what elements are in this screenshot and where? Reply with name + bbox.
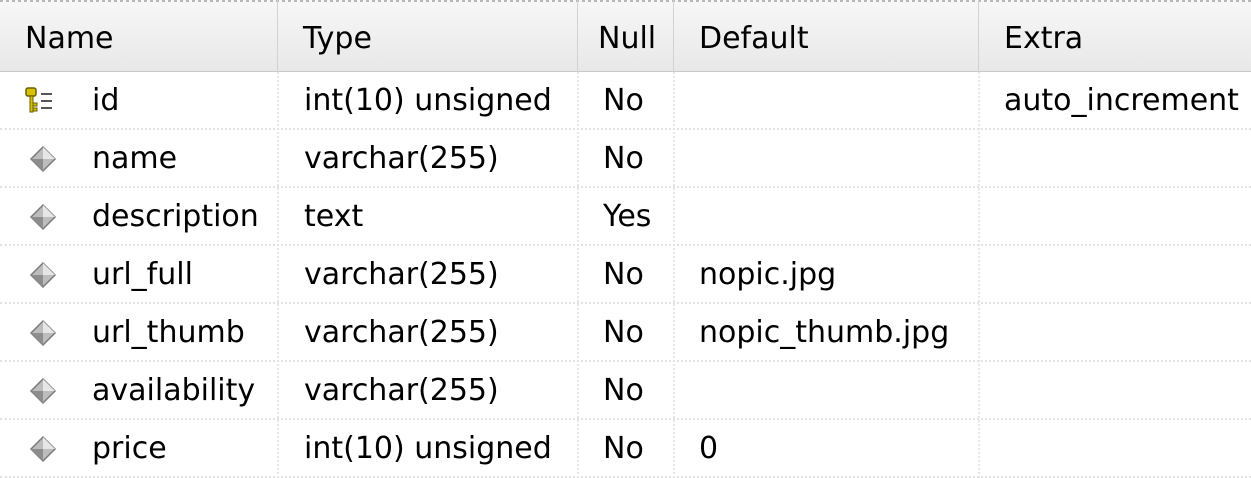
field-default: [699, 130, 977, 186]
field-default: [699, 72, 977, 128]
field-icon: [29, 145, 57, 173]
table-row[interactable]: url_thumb varchar(255) No nopic_thumb.jp…: [0, 304, 1251, 362]
field-null: No: [603, 141, 644, 176]
field-name: price: [92, 431, 167, 466]
column-header-name[interactable]: Name: [0, 0, 278, 72]
field-null: No: [603, 431, 644, 466]
column-header-type[interactable]: Type: [278, 0, 578, 72]
column-header-row: Name Type Null Default Extra: [0, 0, 1251, 72]
field-extra: [1004, 246, 1251, 302]
field-type: varchar(255): [304, 373, 499, 408]
table-row[interactable]: description text Yes: [0, 188, 1251, 246]
table-row[interactable]: price int(10) unsigned No 0: [0, 420, 1251, 478]
field-name: name: [92, 141, 178, 176]
field-type: varchar(255): [304, 315, 499, 350]
field-icon: [29, 203, 57, 231]
field-null: No: [603, 257, 644, 292]
field-extra: [1004, 362, 1251, 418]
field-extra: [1004, 130, 1251, 186]
field-name: description: [92, 199, 259, 234]
table-row[interactable]: url_full varchar(255) No nopic.jpg: [0, 246, 1251, 304]
table-row[interactable]: id int(10) unsigned No auto_increment: [0, 72, 1251, 130]
field-default: [699, 188, 977, 244]
field-default: 0: [699, 431, 719, 466]
field-null: No: [603, 83, 644, 118]
table-structure-grid: Name Type Null Default Extra id int(10) …: [0, 0, 1251, 478]
field-null: No: [603, 315, 644, 350]
field-type: text: [304, 199, 364, 234]
field-default: nopic.jpg: [699, 257, 837, 292]
column-header-null[interactable]: Null: [578, 0, 674, 72]
primary-key-icon: [25, 87, 52, 113]
field-extra: auto_increment: [1004, 83, 1239, 118]
field-name: url_thumb: [92, 315, 245, 350]
field-name: id: [92, 83, 120, 118]
table-row[interactable]: availability varchar(255) No: [0, 362, 1251, 420]
field-icon: [29, 261, 57, 289]
field-extra: [1004, 304, 1251, 360]
field-null: Yes: [603, 199, 652, 234]
field-extra: [1004, 188, 1251, 244]
field-null: No: [603, 373, 644, 408]
field-default: [699, 362, 977, 418]
field-icon: [29, 435, 57, 463]
field-type: varchar(255): [304, 141, 499, 176]
column-header-extra[interactable]: Extra: [979, 0, 1251, 72]
field-name: url_full: [92, 257, 193, 292]
field-type: varchar(255): [304, 257, 499, 292]
field-default: nopic_thumb.jpg: [699, 315, 950, 350]
field-type: int(10) unsigned: [304, 431, 552, 466]
field-icon: [29, 377, 57, 405]
field-icon: [29, 319, 57, 347]
field-name: availability: [92, 373, 256, 408]
field-extra: [1004, 420, 1251, 476]
column-header-default[interactable]: Default: [674, 0, 979, 72]
field-type: int(10) unsigned: [304, 83, 552, 118]
table-row[interactable]: name varchar(255) No: [0, 130, 1251, 188]
